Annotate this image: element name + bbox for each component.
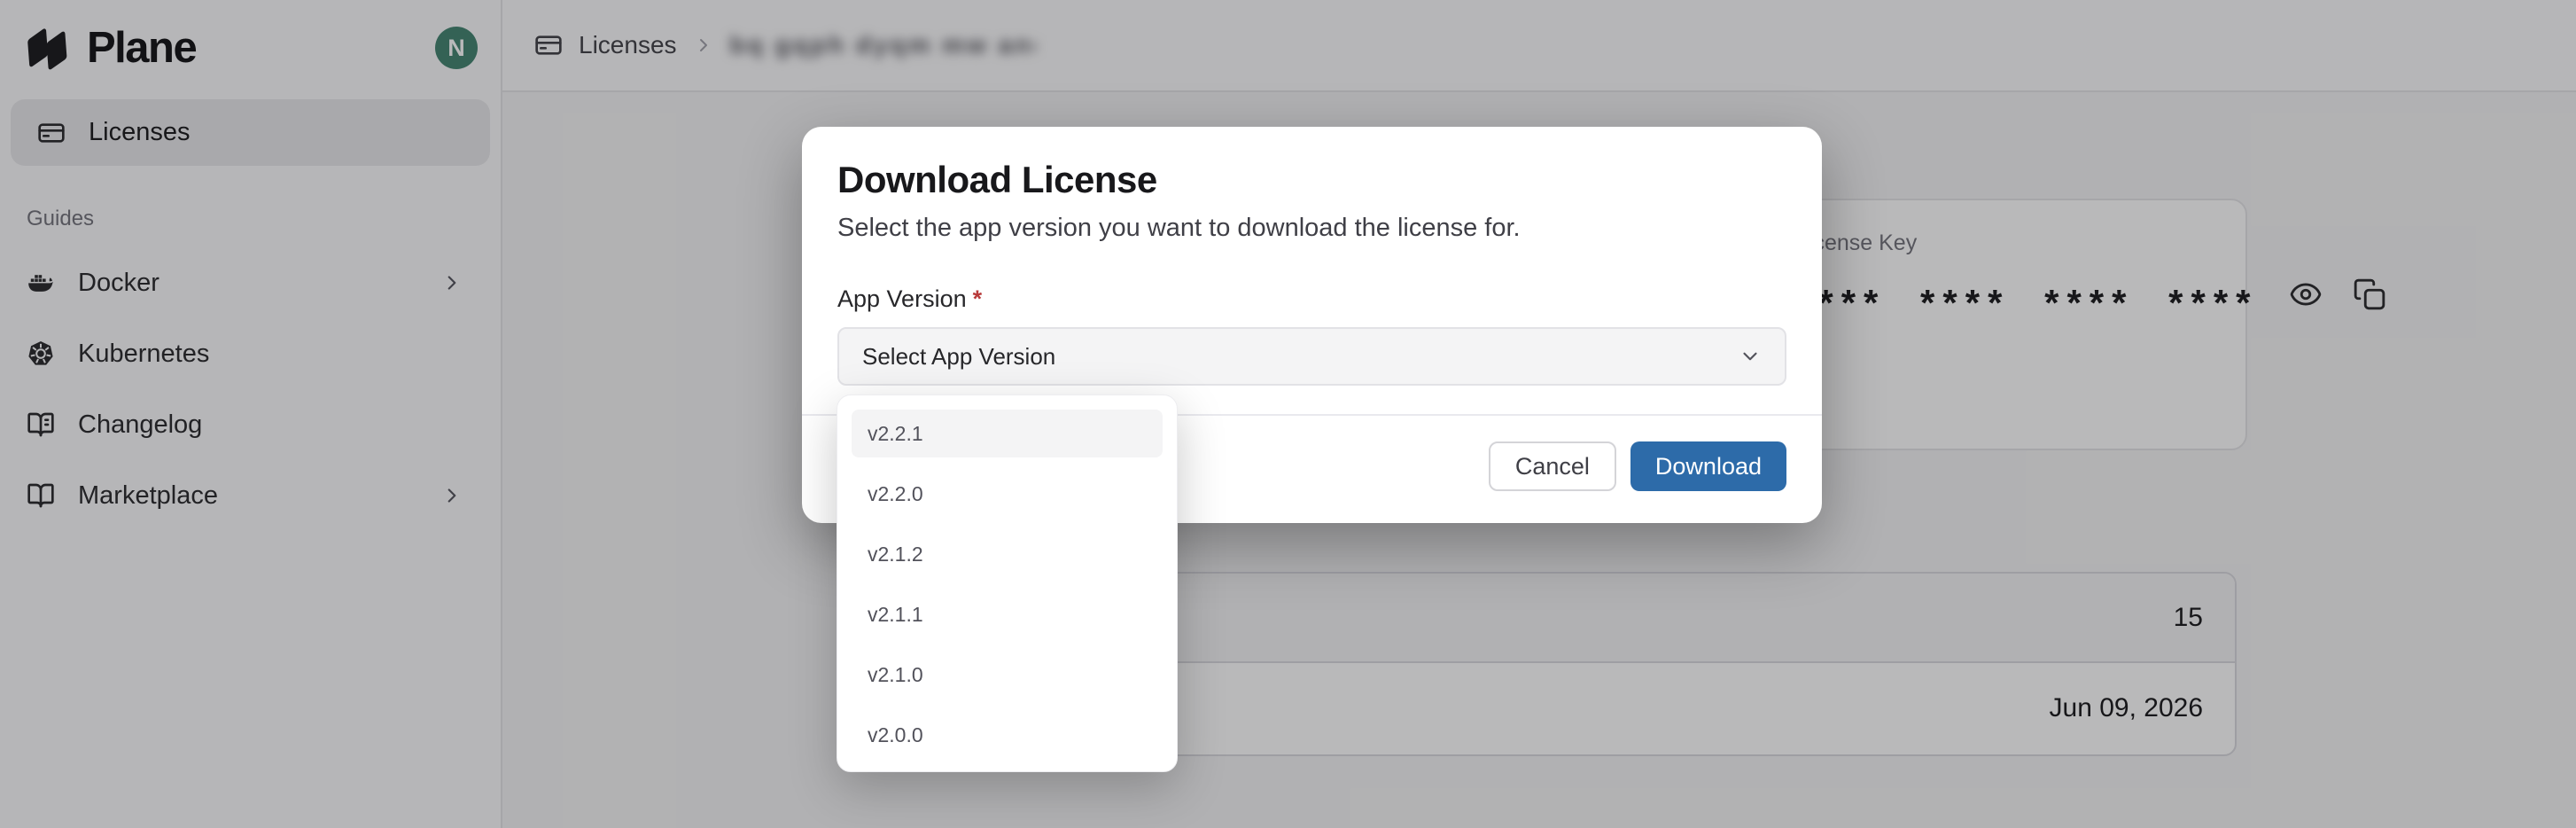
dropdown-option[interactable]: v2.2.0 — [852, 470, 1163, 518]
app-root: Plane N Licenses Guides — [0, 0, 2576, 828]
select-placeholder: Select App Version — [862, 343, 1055, 371]
modal-title: Download License — [837, 159, 1786, 201]
dropdown-option[interactable]: v2.2.1 — [852, 410, 1163, 457]
app-version-dropdown: v2.2.1 v2.2.0 v2.1.2 v2.1.1 v2.1.0 v2.0.… — [837, 394, 1178, 772]
modal-subtitle: Select the app version you want to downl… — [837, 214, 1786, 243]
required-asterisk: * — [973, 285, 983, 313]
app-version-select[interactable]: Select App Version — [837, 327, 1786, 386]
field-label-text: App Version — [837, 285, 967, 313]
dropdown-option[interactable]: v2.0.0 — [852, 711, 1163, 759]
app-version-label: App Version * — [837, 285, 1786, 313]
cancel-button[interactable]: Cancel — [1489, 441, 1616, 491]
dropdown-option[interactable]: v2.1.0 — [852, 651, 1163, 699]
modal-footer: Cancel Download — [1489, 441, 1786, 491]
download-button[interactable]: Download — [1630, 441, 1786, 491]
dropdown-option[interactable]: v2.1.2 — [852, 530, 1163, 578]
dropdown-option[interactable]: v2.1.1 — [852, 590, 1163, 638]
chevron-down-icon — [1739, 345, 1762, 368]
